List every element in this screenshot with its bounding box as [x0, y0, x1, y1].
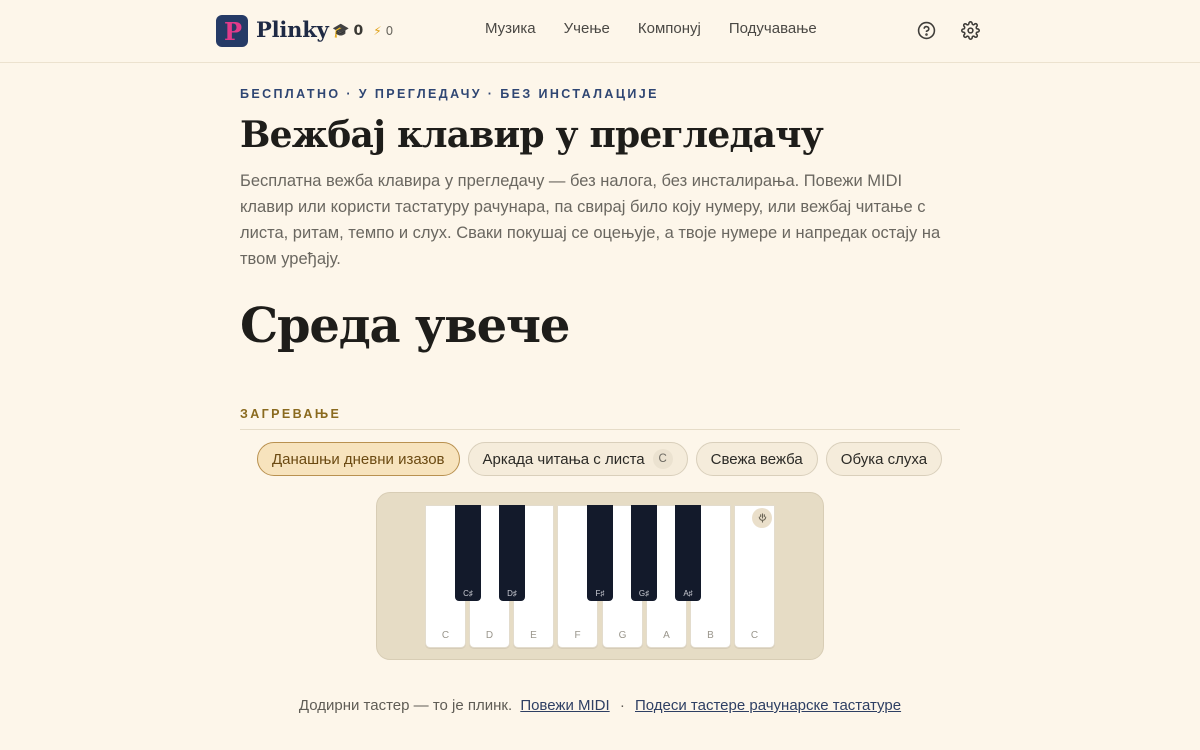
- user-stats: 🎓 0 ⚡ 0: [332, 22, 393, 40]
- piano-key-c-sharp[interactable]: C♯: [455, 505, 481, 601]
- nav-compose[interactable]: Компонуј: [638, 20, 701, 42]
- nav-teach[interactable]: Подучавање: [729, 20, 817, 42]
- chip-label: Аркада читања с листа: [482, 450, 645, 468]
- hero-eyebrow: БЕСПЛАТНО · У ПРЕГЛЕДАЧУ · БЕЗ ИНСТАЛАЦИ…: [240, 87, 659, 101]
- streak-count: 0: [353, 23, 364, 39]
- tap-hint-text: Додирни тастер — то је плинк.: [298, 697, 513, 714]
- svg-text:P: P: [224, 19, 242, 43]
- piano-key-a-sharp[interactable]: A♯: [675, 505, 701, 601]
- hero-description: Бесплатна вежба клавира у прегледачу — б…: [240, 172, 941, 268]
- piano-key-d-sharp[interactable]: D♯: [499, 505, 525, 601]
- key-label: C: [750, 630, 759, 641]
- piano-hint: Додирни тастер — то је плинк. Повежи MID…: [0, 697, 1200, 714]
- gear-icon[interactable]: [960, 20, 980, 40]
- separator: ·: [619, 697, 625, 714]
- section-divider: [240, 429, 960, 430]
- daily-challenge-chip[interactable]: Данашњи дневни изазов: [257, 442, 460, 476]
- chip-label: Свежа вежба: [710, 450, 803, 468]
- shortcut-badge: C: [652, 449, 673, 469]
- microphone-icon[interactable]: [752, 508, 772, 528]
- connect-midi-link[interactable]: Повежи MIDI: [520, 697, 609, 714]
- chip-label: Обука слуха: [840, 450, 928, 468]
- key-label: E: [530, 630, 537, 641]
- greeting-heading: Среда увече: [240, 298, 570, 354]
- key-label: A: [663, 630, 670, 641]
- warmup-label: ЗАГРЕВАЊЕ: [240, 407, 342, 421]
- key-label: C: [441, 630, 450, 641]
- nav-learn[interactable]: Учење: [564, 20, 610, 42]
- piano-key-c-high[interactable]: C: [734, 505, 775, 648]
- key-label: F♯: [595, 589, 605, 598]
- page-title: Вежбај клавир у прегледачу: [240, 114, 824, 156]
- key-label: G: [618, 630, 627, 641]
- graduation-cap-icon: 🎓: [332, 23, 350, 39]
- help-circle-icon[interactable]: [916, 20, 936, 40]
- nav-music[interactable]: Музика: [485, 20, 536, 42]
- key-label: G♯: [638, 589, 650, 598]
- chip-label: Данашњи дневни изазов: [272, 450, 445, 468]
- brand-name[interactable]: Plinky: [256, 17, 329, 42]
- configure-keys-link[interactable]: Подеси тастере рачунарске тастатуре: [635, 697, 901, 714]
- key-label: D: [485, 630, 494, 641]
- fresh-exercise-chip[interactable]: Свежа вежба: [695, 442, 818, 476]
- key-label: C♯: [463, 589, 473, 598]
- warmup-chips: Данашњи дневни изазов Аркада читања с ли…: [257, 442, 943, 476]
- key-label: B: [707, 630, 714, 641]
- plinky-logo-icon[interactable]: P: [216, 15, 248, 47]
- key-label: A♯: [683, 589, 693, 598]
- energy-count: 0: [385, 24, 394, 38]
- ear-training-chip[interactable]: Обука слуха: [825, 442, 943, 476]
- piano-key-f-sharp[interactable]: F♯: [587, 505, 613, 601]
- top-bar: P Plinky 🎓 0 ⚡ 0 Музика Учење Компонуј П…: [0, 0, 1200, 63]
- key-label: D♯: [507, 589, 517, 598]
- piano-key-g-sharp[interactable]: G♯: [631, 505, 657, 601]
- key-label: F: [574, 630, 581, 641]
- sight-reading-arcade-chip[interactable]: Аркада читања с листа C: [467, 442, 688, 476]
- main-nav: Музика Учење Компонуј Подучавање: [485, 20, 817, 42]
- lightning-icon: ⚡: [373, 24, 382, 38]
- piano-keyboard: C D E F G A B C C♯ D♯ F♯ G♯ A♯: [376, 492, 824, 660]
